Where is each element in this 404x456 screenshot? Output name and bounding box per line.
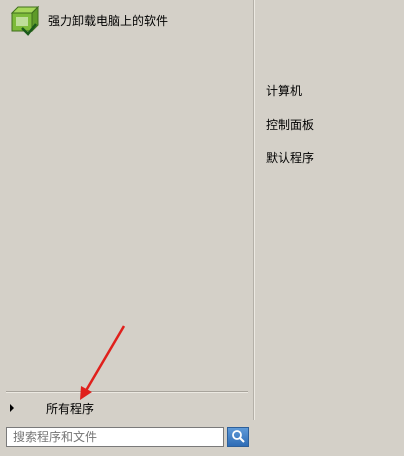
search-magnifier-icon (231, 428, 245, 447)
start-menu-right-pane (255, 0, 404, 456)
search-input[interactable] (6, 427, 224, 447)
uninstall-box-icon (8, 4, 40, 36)
all-programs-button[interactable]: 所有程序 (4, 398, 248, 418)
pinned-program-label: 强力卸载电脑上的软件 (48, 13, 169, 28)
expand-arrow-icon (10, 404, 14, 412)
right-link-computer[interactable]: 计算机 (266, 82, 302, 100)
separator (6, 391, 248, 393)
start-menu: 强力卸载电脑上的软件 所有程序 计算机 控制面板 默认程序 (0, 0, 404, 456)
search-button[interactable] (227, 427, 249, 447)
right-link-control-panel[interactable]: 控制面板 (266, 116, 314, 134)
all-programs-label: 所有程序 (46, 401, 95, 416)
right-link-default-programs[interactable]: 默认程序 (266, 149, 314, 167)
pinned-program-uninstaller[interactable]: 强力卸载电脑上的软件 (8, 4, 248, 36)
start-menu-left-pane: 强力卸载电脑上的软件 所有程序 (0, 0, 254, 456)
